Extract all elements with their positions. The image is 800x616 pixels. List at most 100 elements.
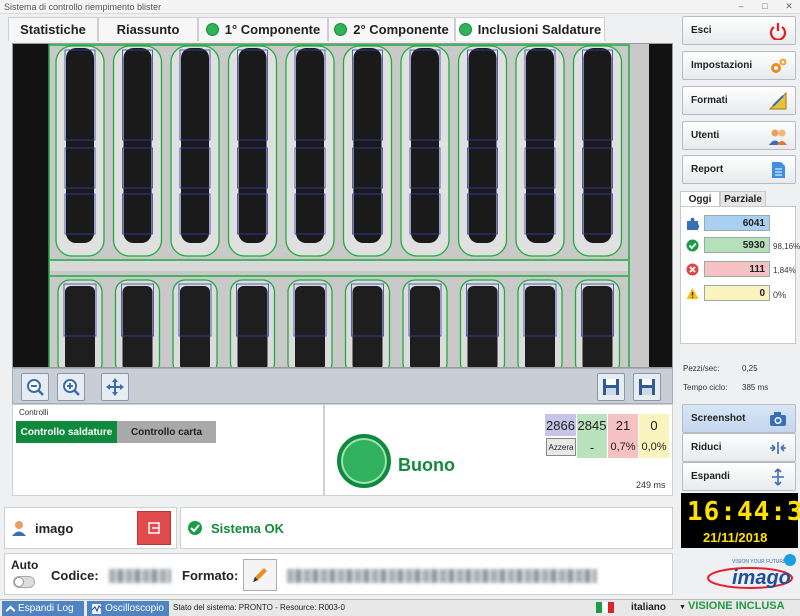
tab-label: 1° Componente — [224, 22, 321, 37]
pill-shape — [583, 48, 612, 243]
expand-log-label: Espandi Log — [18, 603, 74, 614]
error-circle-icon — [686, 263, 699, 276]
save-image-as-button[interactable] — [633, 373, 661, 401]
logout-button[interactable] — [137, 511, 171, 545]
ruler-pencil-icon — [769, 92, 787, 110]
stat-warn-pct: 0% — [773, 290, 787, 300]
blister-image — [13, 44, 672, 367]
controls-label: Controlli — [19, 408, 49, 417]
pill-shape — [525, 286, 555, 367]
expand-arrows-icon — [772, 468, 784, 486]
counter-other: 0 — [639, 414, 669, 436]
zoom-in-icon — [63, 379, 80, 396]
pill-shape — [468, 48, 497, 243]
stats-panel: 6041 5930 98,16% 111 1,84% 0 0% — [680, 206, 800, 344]
stat-bad: 111 — [704, 261, 770, 277]
riduci-label: Riduci — [691, 442, 722, 453]
image-toolbar — [12, 368, 673, 404]
minimize-icon[interactable]: – — [730, 0, 752, 14]
pill-shape — [237, 286, 268, 367]
status-dot-icon — [205, 23, 219, 36]
espandi-button[interactable]: Espandi — [682, 462, 796, 491]
stat-bad-pct: 1,84% — [773, 266, 796, 275]
zoom-in-button[interactable] — [57, 373, 85, 401]
floppy-disk-icon — [603, 379, 619, 395]
tab-parziale[interactable]: Parziale — [720, 191, 766, 207]
pill-shape — [295, 286, 325, 367]
controllo-saldature-button[interactable]: Controllo saldature — [16, 421, 117, 443]
esci-button[interactable]: Esci — [682, 16, 796, 45]
edit-format-button[interactable] — [243, 559, 277, 591]
result-indicator-icon — [337, 434, 391, 488]
auto-toggle[interactable] — [13, 576, 35, 588]
warning-icon — [686, 288, 699, 299]
clock-panel: 16:44:38 21/11/2018 — [681, 493, 800, 548]
pill-shape — [180, 286, 210, 367]
move-arrows-icon — [106, 378, 124, 396]
window-title: Sistema di controllo riempimento blister — [4, 2, 162, 12]
maximize-icon[interactable]: □ — [754, 0, 776, 14]
tab-2-componente[interactable]: 2° Componente — [328, 17, 455, 41]
counter-bad-pct: 0,7% — [608, 436, 638, 458]
counter-good: 2845 — [577, 414, 607, 436]
save-image-button[interactable] — [597, 373, 625, 401]
oscilloscope-button[interactable]: Oscilloscopio — [87, 601, 169, 616]
counter-bad: 21 — [608, 414, 638, 436]
job-panel: Auto Codice: Formato: — [4, 553, 673, 595]
formati-button[interactable]: Formati — [682, 86, 796, 115]
zoom-out-button[interactable] — [21, 373, 49, 401]
skype-icon[interactable] — [784, 554, 796, 566]
espandi-label: Espandi — [691, 471, 730, 482]
brand-text: VISIONE INCLUSA — [688, 600, 785, 612]
pezzi-label: Pezzi/sec: — [683, 364, 720, 373]
camera-image-view[interactable] — [12, 43, 673, 368]
pill-shape — [238, 48, 267, 243]
codice-value-redacted — [109, 569, 171, 583]
user-icon — [12, 521, 26, 536]
tab-oggi[interactable]: Oggi — [680, 191, 720, 207]
users-icon — [769, 129, 787, 145]
utenti-label: Utenti — [691, 130, 720, 141]
language-selector[interactable]: italiano ▼ — [596, 600, 686, 615]
document-icon — [772, 162, 785, 178]
dropdown-arrow-icon: ▼ — [679, 604, 686, 611]
cycle-time: 249 ms — [636, 480, 666, 490]
utenti-button[interactable]: Utenti — [682, 121, 796, 150]
impostazioni-label: Impostazioni — [691, 60, 753, 71]
stat-warn: 0 — [704, 285, 770, 301]
screenshot-button[interactable]: Screenshot — [682, 404, 796, 433]
tab-1-componente[interactable]: 1° Componente — [198, 17, 328, 41]
tab-statistiche[interactable]: Statistiche — [8, 17, 98, 41]
controls-panel: Controlli Controllo saldature Controllo … — [12, 404, 324, 496]
puzzle-icon — [687, 217, 699, 230]
system-status-panel: Sistema OK — [180, 507, 673, 549]
tab-inclusioni-saldature[interactable]: Inclusioni Saldature — [455, 17, 605, 41]
stat-good: 5930 — [704, 237, 770, 253]
gears-icon — [771, 58, 787, 73]
close-icon[interactable]: ✕ — [778, 0, 800, 14]
pill-shape — [65, 286, 95, 367]
tab-label: 2° Componente — [353, 22, 449, 37]
reset-button[interactable]: Azzera — [546, 438, 576, 456]
counter-good-pct: - — [577, 436, 607, 458]
oscilloscope-icon — [92, 603, 102, 614]
pill-shape — [410, 286, 440, 367]
expand-log-button[interactable]: Espandi Log — [2, 601, 84, 616]
pill-shape — [296, 48, 324, 243]
report-button[interactable]: Report — [682, 155, 796, 184]
stats-tabs: Oggi Parziale — [680, 191, 796, 207]
impostazioni-button[interactable]: Impostazioni — [682, 51, 796, 80]
tab-label: Statistiche — [20, 22, 86, 37]
pencil-icon — [253, 568, 267, 582]
tab-riassunto[interactable]: Riassunto — [98, 17, 198, 41]
counter-other-pct: 0,0% — [639, 436, 669, 458]
imago-logo: VISION YOUR FUTURE imago — [700, 557, 795, 595]
riduci-button[interactable]: Riduci — [682, 433, 796, 462]
tab-label: Inclusioni Saldature — [477, 22, 602, 37]
codice-label: Codice: — [51, 568, 99, 583]
check-circle-icon — [686, 239, 699, 252]
controllo-carta-button[interactable]: Controllo carta — [117, 421, 216, 443]
main-tabs: Statistiche Riassunto 1° Componente 2° C… — [8, 17, 672, 41]
tempo-value: 385 ms — [742, 383, 769, 392]
fit-view-button[interactable] — [101, 373, 129, 401]
